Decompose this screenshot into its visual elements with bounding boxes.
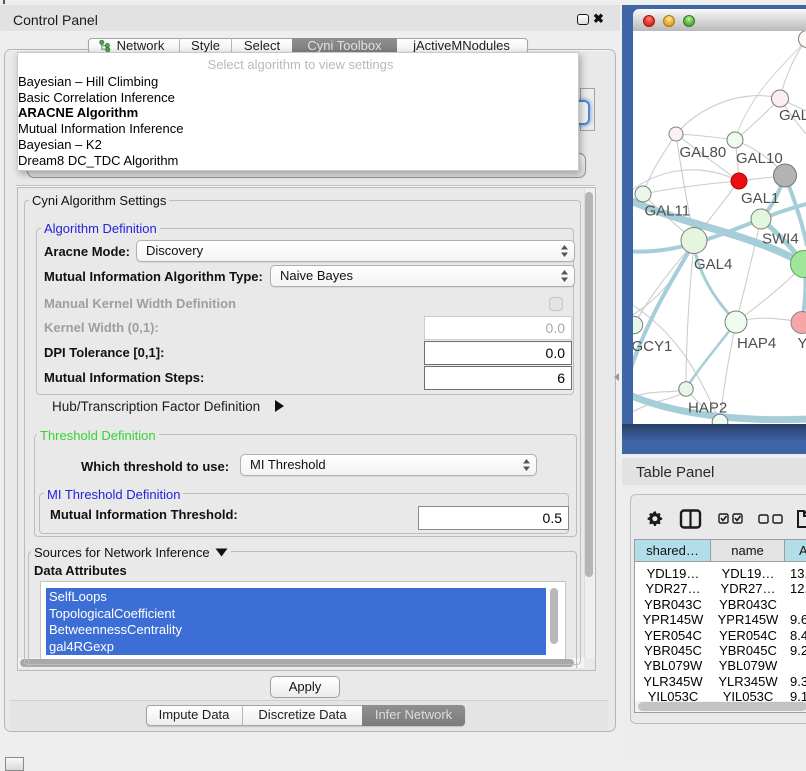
svg-text:GAL80: GAL80 — [680, 144, 727, 161]
svg-text:GAL1: GAL1 — [741, 190, 779, 207]
svg-text:HAP4: HAP4 — [737, 335, 776, 352]
svg-text:GAL11: GAL11 — [645, 203, 691, 220]
svg-text:GAL2: GAL2 — [779, 107, 806, 124]
svg-text:GCY1: GCY1 — [633, 338, 672, 355]
svg-text:GAL10: GAL10 — [736, 150, 783, 167]
svg-text:SWI4: SWI4 — [762, 231, 799, 248]
svg-text:HAP2: HAP2 — [688, 400, 727, 417]
svg-text:Y: Y — [798, 335, 806, 352]
svg-text:GAL4: GAL4 — [694, 256, 732, 273]
